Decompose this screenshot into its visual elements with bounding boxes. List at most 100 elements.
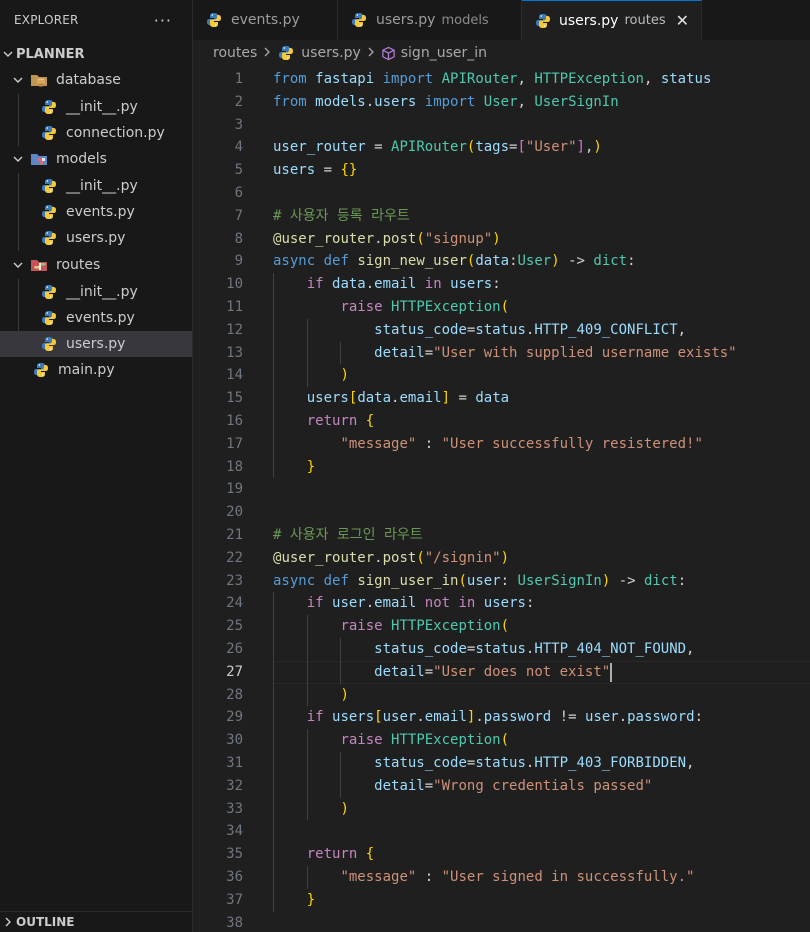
more-actions-icon[interactable]: ··· <box>154 11 172 30</box>
tree-file-routes-events[interactable]: events.py <box>0 305 192 331</box>
code-line: # 사용자 등록 라우트 <box>273 207 410 224</box>
line-number: 17 <box>226 435 243 452</box>
line-number: 34 <box>226 823 243 840</box>
code-line: if data.email in users: <box>306 276 501 293</box>
line-number: 15 <box>226 390 243 407</box>
line-number: 29 <box>226 709 243 726</box>
tree-file-routes-users[interactable]: users.py <box>0 331 192 357</box>
python-logo-icon <box>205 11 223 29</box>
code-line: } <box>306 891 316 908</box>
tree-item-label: models <box>56 151 107 167</box>
tree-folder-models[interactable]: models <box>0 146 192 172</box>
chevron-right-icon <box>0 914 16 930</box>
tree-file-models-init[interactable]: __init__.py <box>0 173 192 199</box>
code-line: @user_router.post("/signin") <box>273 549 510 566</box>
tree-file-routes-init[interactable]: __init__.py <box>0 279 192 305</box>
code-line: ) <box>340 800 349 817</box>
chevron-down-icon <box>10 72 26 88</box>
code-line: "message" : "User successfully resistere… <box>340 435 703 452</box>
tab-label: events.py <box>231 12 300 28</box>
line-number: 14 <box>226 367 243 384</box>
line-number: 23 <box>226 572 243 589</box>
code-line: status_code=status.HTTP_409_CONFLICT, <box>374 321 687 338</box>
code-line: } <box>306 458 316 475</box>
code-line: if user.email not in users: <box>306 595 535 612</box>
code-line: async def sign_user_in(user: UserSignIn)… <box>273 572 687 589</box>
tab-events-py[interactable]: events.py <box>193 0 338 40</box>
database-folder-icon <box>30 71 48 89</box>
tree-file-models-events[interactable]: events.py <box>0 199 192 225</box>
line-number: 38 <box>226 914 243 931</box>
code-line: if users[user.email].password != user.pa… <box>306 709 703 726</box>
line-number: 36 <box>226 869 243 885</box>
code-line: detail="User with supplied username exis… <box>374 344 737 361</box>
breadcrumb-folder[interactable]: routes <box>213 45 257 61</box>
code-line: users = {} <box>273 162 358 179</box>
code-line: async def sign_new_user(data:User) -> di… <box>273 253 636 270</box>
tree-item-label: events.py <box>66 204 135 220</box>
tree-item-label: __init__.py <box>66 99 138 115</box>
routes-folder-icon <box>30 256 48 274</box>
python-logo-icon <box>40 283 58 301</box>
line-number: 28 <box>226 686 243 703</box>
line-number: 35 <box>226 846 243 863</box>
chevron-down-icon <box>10 257 26 273</box>
tab-label: users.py <box>559 12 619 29</box>
code-line: ) <box>340 367 349 384</box>
breadcrumb-symbol[interactable]: sign_user_in <box>401 45 487 61</box>
project-root-planner[interactable]: PLANNER <box>0 41 192 67</box>
text-cursor <box>610 662 613 682</box>
explorer-header: EXPLORER ··· <box>0 0 192 40</box>
tree-item-label: users.py <box>66 230 126 246</box>
line-number: 5 <box>234 162 243 179</box>
line-number: 27 <box>226 663 243 680</box>
line-number: 13 <box>226 344 243 361</box>
tree-file-connection[interactable]: connection.py <box>0 120 192 146</box>
cube-symbol-icon <box>381 46 396 61</box>
tree-item-label: database <box>56 72 121 88</box>
python-logo-icon <box>40 309 58 327</box>
line-number: 32 <box>226 777 243 794</box>
line-number: 31 <box>226 755 243 771</box>
tree-file-main[interactable]: main.py <box>0 357 192 383</box>
close-icon[interactable]: ✕ <box>676 11 689 30</box>
tree-item-label: routes <box>56 257 101 273</box>
tree-item-label: __init__.py <box>66 284 138 300</box>
explorer-sidebar: EXPLORER ··· PLANNER database __init__.p… <box>0 0 193 932</box>
line-number: 22 <box>226 549 243 566</box>
tab-users-py-routes[interactable]: users.py routes ✕ <box>522 0 702 40</box>
tab-users-py-models[interactable]: users.py models <box>338 0 522 40</box>
line-number: 33 <box>226 800 243 817</box>
line-number: 7 <box>234 207 243 224</box>
line-number: 4 <box>234 139 243 156</box>
code-line: users[data.email] = data <box>306 390 510 407</box>
code-line: status_code=status.HTTP_404_NOT_FOUND, <box>374 641 695 657</box>
breadcrumb-file[interactable]: users.py <box>301 45 360 61</box>
line-number: 3 <box>234 116 243 133</box>
code-line: user_router = APIRouter(tags=["User"],) <box>273 139 602 156</box>
line-number: 24 <box>226 595 243 612</box>
code-line: status_code=status.HTTP_403_FORBIDDEN, <box>374 755 695 771</box>
tree-folder-database[interactable]: database <box>0 67 192 93</box>
python-logo-icon <box>40 98 58 116</box>
outline-section-header[interactable]: OUTLINE <box>0 911 192 932</box>
chevron-down-icon <box>0 46 16 62</box>
code-line: detail="Wrong credentials passed" <box>374 777 653 794</box>
tab-description: models <box>441 12 489 28</box>
code-line: raise HTTPException( <box>340 732 510 749</box>
python-logo-icon <box>40 335 58 353</box>
editor-tab-bar: events.py users.py models users.py route… <box>193 0 810 40</box>
tree-folder-routes[interactable]: routes <box>0 252 192 278</box>
code-line: from fastapi import APIRouter, HTTPExcep… <box>273 71 712 87</box>
tree-file-database-init[interactable]: __init__.py <box>0 94 192 120</box>
tree-file-models-users[interactable]: users.py <box>0 225 192 251</box>
code-line: @user_router.post("signup") <box>273 230 501 247</box>
tree-item-label: events.py <box>66 310 135 326</box>
python-logo-icon <box>40 177 58 195</box>
line-number: 11 <box>226 299 243 315</box>
code-editor[interactable]: 1 2 3 4 5 6 7 8 9 10 11 12 13 14 15 16 17 18 19 20 21 22 23 24 2… <box>193 66 810 932</box>
code-line: return { <box>306 846 375 863</box>
line-number: 9 <box>234 253 243 270</box>
line-number: 6 <box>234 185 243 201</box>
explorer-title: EXPLORER <box>14 13 79 27</box>
